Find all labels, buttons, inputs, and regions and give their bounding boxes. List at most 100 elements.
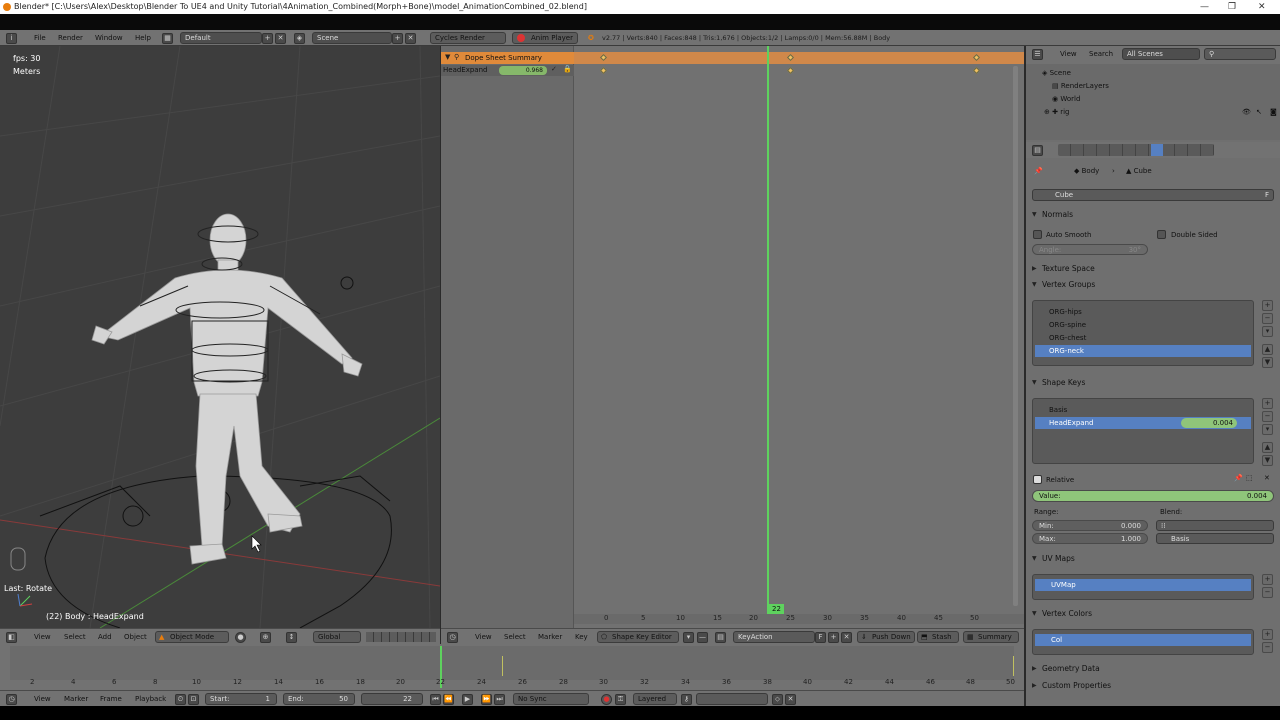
ds-menu-marker[interactable]: Marker — [538, 629, 562, 645]
close-button[interactable]: ✕ — [1258, 0, 1266, 14]
vertex-groups-panel-header[interactable]: Vertex Groups — [1032, 278, 1274, 292]
summary-expand-icon[interactable]: ▼ — [445, 53, 450, 61]
channel-lock-icon[interactable]: 🔒 — [563, 65, 572, 73]
range-lock-icon[interactable]: ⊡ — [188, 694, 199, 705]
menu-file[interactable]: File — [34, 30, 46, 46]
mesh-fake-user-button[interactable]: F — [1265, 190, 1269, 200]
vgroup-move-up-icon[interactable]: ▲ — [1262, 344, 1273, 355]
outliner-item-world[interactable]: ◉ World — [1052, 95, 1080, 103]
shapekey-remove-icon[interactable]: − — [1262, 411, 1273, 422]
record-icon[interactable]: ● — [601, 694, 612, 705]
shapekey-clear-icon[interactable]: ✕ — [1264, 474, 1270, 482]
tl-menu-view[interactable]: View — [34, 691, 51, 707]
insert-key-icon[interactable]: ⬦ — [772, 694, 783, 705]
shapekey-pin-icon[interactable]: 📌 — [1234, 474, 1243, 482]
shapekey-value-full-slider[interactable]: Value: 0.004 — [1032, 490, 1274, 502]
push-down-button[interactable]: ⇓ Push Down — [857, 631, 915, 643]
maximize-button[interactable]: ❐ — [1228, 0, 1236, 14]
outliner-menu-view[interactable]: View — [1060, 46, 1077, 62]
auto-smooth-checkbox[interactable] — [1033, 230, 1042, 239]
layer-buttons[interactable] — [366, 632, 436, 642]
scene-selector[interactable]: Scene — [312, 32, 392, 44]
dope-sheet-summary-channel[interactable]: Dope Sheet Summary — [441, 52, 574, 64]
dopesheet-mode-selector[interactable]: ⬠ Shape Key Editor — [597, 631, 679, 643]
ds-menu-key[interactable]: Key — [575, 629, 588, 645]
properties-context-tabs[interactable] — [1058, 144, 1214, 156]
vcol-remove-icon[interactable]: − — [1262, 642, 1273, 653]
range-min-slider[interactable]: Min: 0.000 — [1032, 520, 1148, 531]
properties-editor-icon[interactable]: ▤ — [1032, 145, 1043, 156]
keying-icon[interactable]: ⚿ — [615, 694, 626, 705]
outliner-item-rig[interactable]: ⊕ ✚ rig — [1044, 108, 1069, 116]
action-name-field[interactable]: KeyAction — [733, 631, 815, 643]
layout-add-icon[interactable]: + — [262, 33, 273, 44]
minimize-button[interactable]: — — [1200, 0, 1209, 14]
layered-button[interactable]: Layered — [633, 693, 677, 705]
blend-vgroup-field[interactable]: ⁞⁞ — [1156, 520, 1274, 531]
shapekey-move-down-icon[interactable]: ▼ — [1262, 455, 1273, 466]
layout-icon[interactable]: ▦ — [162, 33, 173, 44]
viewport-menu-view[interactable]: View — [34, 629, 51, 645]
outliner-editor-icon[interactable]: ☰ — [1032, 49, 1043, 60]
menu-help[interactable]: Help — [135, 30, 151, 46]
shapekey-editmode-icon[interactable]: ⬚ — [1246, 474, 1253, 482]
shapekey-specials-icon[interactable]: ▾ — [1262, 424, 1273, 435]
outliner-menu-search[interactable]: Search — [1089, 46, 1113, 62]
layout-selector[interactable]: Default — [180, 32, 262, 44]
channel-mute-icon[interactable]: ✓ — [551, 65, 557, 73]
current-frame-line[interactable] — [767, 46, 769, 616]
vgroup-specials-icon[interactable]: ▾ — [1262, 326, 1273, 337]
selectability-arrow-icon[interactable]: ↖ — [1256, 108, 1262, 116]
vcol-item-selected[interactable]: Col — [1035, 634, 1251, 646]
jump-end-icon[interactable]: ⏭ — [494, 694, 505, 705]
vcol-add-icon[interactable]: + — [1262, 629, 1273, 640]
tl-menu-marker[interactable]: Marker — [64, 691, 88, 707]
dope-sheet-editor[interactable]: Dope Sheet Summary ▼ ⚲ HeadExpand 0.968 … — [441, 46, 1024, 628]
viewport-menu-object[interactable]: Object — [124, 629, 147, 645]
sync-mode-selector[interactable]: No Sync — [513, 693, 589, 705]
custom-properties-panel-header[interactable]: Custom Properties — [1032, 679, 1274, 693]
range-max-slider[interactable]: Max: 1.000 — [1032, 533, 1148, 544]
menu-render[interactable]: Render — [58, 30, 83, 46]
filter-toggle-icon[interactable]: — — [697, 632, 708, 643]
menu-window[interactable]: Window — [95, 30, 123, 46]
play-icon[interactable]: ▶ — [462, 694, 473, 705]
vertex-colors-list[interactable]: Col — [1032, 629, 1254, 655]
timeline-track[interactable] — [10, 646, 1014, 680]
uvmap-item-selected[interactable]: UVMap — [1035, 579, 1251, 591]
current-frame-field[interactable]: 22 — [361, 693, 423, 705]
dopesheet-scrollbar[interactable] — [1013, 66, 1018, 606]
vgroup-item[interactable]: ORG-hips — [1037, 306, 1082, 318]
render-camera-icon[interactable]: ◙ — [1270, 108, 1277, 116]
pin-icon[interactable]: 📌 — [1034, 167, 1043, 175]
end-frame-field[interactable]: End: 50 — [283, 693, 355, 705]
outliner-search-field[interactable]: ⚲ — [1204, 48, 1276, 60]
delete-key-icon[interactable]: ✕ — [785, 694, 796, 705]
layout-remove-icon[interactable]: ✕ — [275, 33, 286, 44]
scene-remove-icon[interactable]: ✕ — [405, 33, 416, 44]
action-new-icon[interactable]: + — [828, 632, 839, 643]
shape-keys-panel-header[interactable]: Shape Keys — [1032, 376, 1274, 390]
outliner-tree[interactable]: ◈ Scene ▤ RenderLayers ◉ World ⊕ ✚ rig 👁… — [1026, 64, 1280, 140]
vgroup-add-icon[interactable]: + — [1262, 300, 1273, 311]
pivot-icon[interactable]: ⊕ — [260, 632, 271, 643]
summary-toggle-button[interactable]: ▦ Summary — [963, 631, 1019, 643]
keying-set-field[interactable] — [696, 693, 768, 705]
mesh-name-field[interactable]: Cube F — [1032, 189, 1274, 201]
channel-value-slider[interactable]: 0.968 — [499, 66, 547, 75]
vgroup-item[interactable]: ORG-chest — [1037, 332, 1086, 344]
angle-slider[interactable]: Angle: 30° — [1032, 244, 1148, 255]
geometry-data-panel-header[interactable]: Geometry Data — [1032, 662, 1274, 676]
scene-add-icon[interactable]: + — [392, 33, 403, 44]
dopesheet-editor-icon[interactable]: ◷ — [447, 632, 458, 643]
start-frame-field[interactable]: Start: 1 — [205, 693, 277, 705]
jump-start-icon[interactable]: ⏮ — [430, 694, 441, 705]
ds-menu-select[interactable]: Select — [504, 629, 526, 645]
viewport-menu-add[interactable]: Add — [98, 629, 112, 645]
relative-key-field[interactable]: Basis — [1156, 533, 1274, 544]
vertex-groups-list[interactable]: ORG-hips ORG-spine ORG-chest ORG-neck — [1032, 300, 1254, 366]
keyingset-icon[interactable]: ⚷ — [681, 694, 692, 705]
action-browse-icon[interactable]: ▤ — [715, 632, 726, 643]
relative-checkbox[interactable] — [1033, 475, 1042, 484]
3d-viewport[interactable]: fps: 30 Meters Last: Rotate (22) Body: … — [0, 46, 440, 628]
